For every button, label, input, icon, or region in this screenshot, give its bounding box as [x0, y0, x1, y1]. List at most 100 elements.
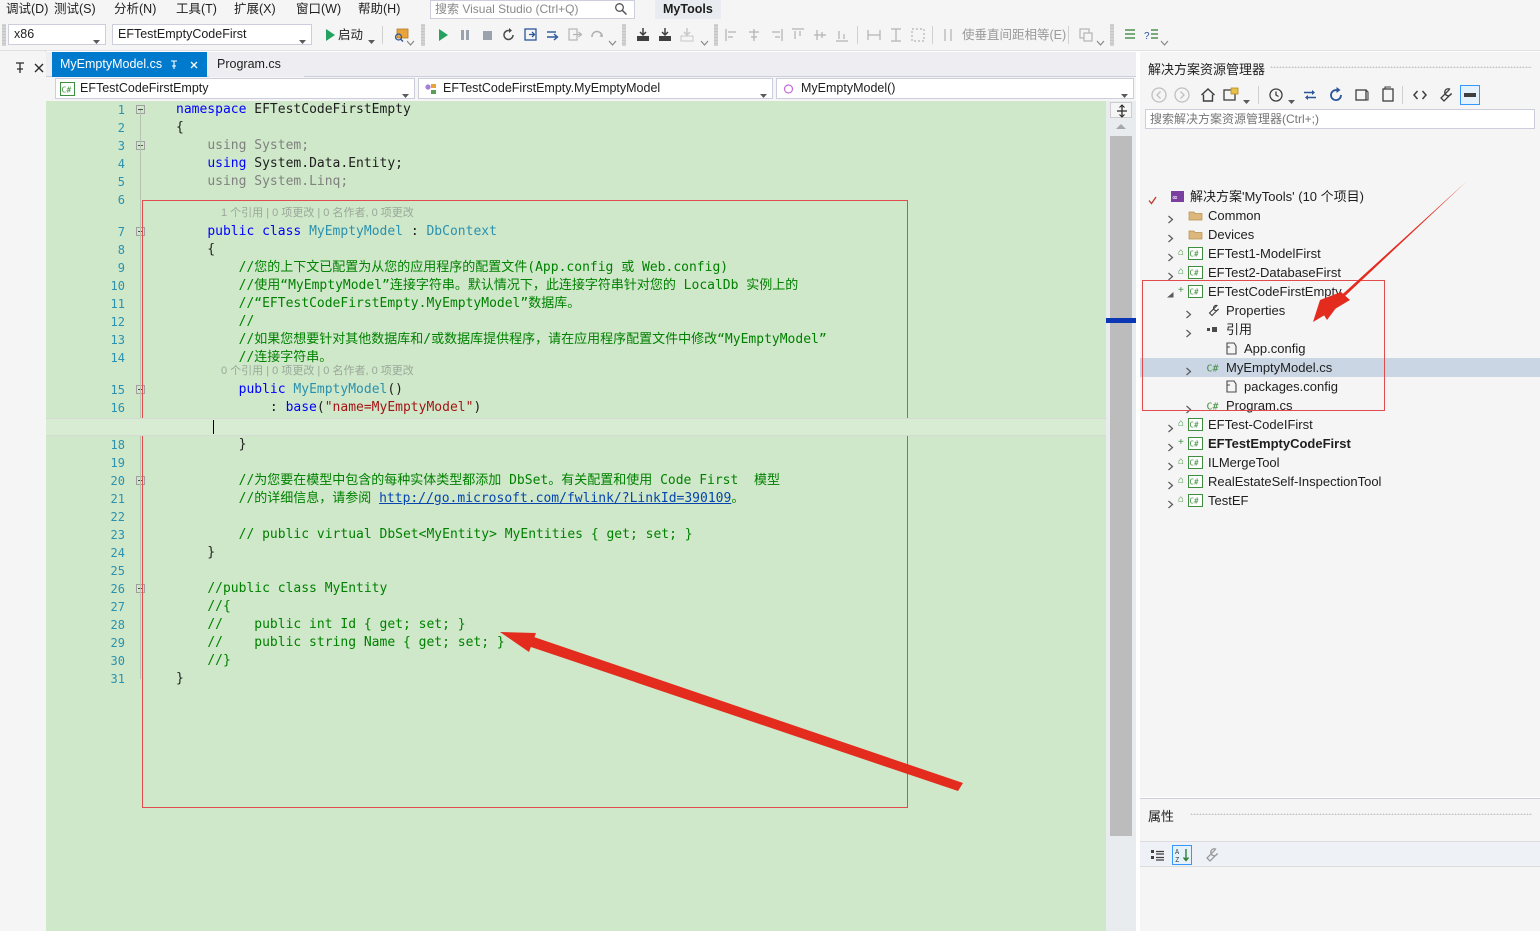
- tab-myemptymodel-cs[interactable]: MyEmptyModel.cs: [52, 52, 207, 77]
- editor-split-control[interactable]: [1110, 102, 1132, 118]
- properties-wrench-icon[interactable]: [1202, 845, 1222, 865]
- align-middles-icon[interactable]: [810, 25, 830, 45]
- bring-to-front-icon[interactable]: [1076, 25, 1096, 45]
- sync-with-active-document-icon[interactable]: [1221, 85, 1241, 105]
- start-button-label[interactable]: 启动: [338, 25, 363, 45]
- stop-icon[interactable]: [477, 25, 497, 45]
- toolbar-grip-5[interactable]: [1110, 24, 1114, 46]
- scrollbar-thumb[interactable]: [1110, 136, 1132, 836]
- code-line[interactable]: using System;: [176, 137, 309, 155]
- layout-overflow-icon[interactable]: [1096, 34, 1105, 46]
- code-line[interactable]: using System.Linq;: [176, 173, 348, 191]
- vertical-spacing-icon[interactable]: [938, 25, 958, 45]
- properties-wrench-icon[interactable]: [1436, 85, 1456, 105]
- show-all-files-icon[interactable]: [1378, 85, 1398, 105]
- chevron-collapsed-icon[interactable]: [1166, 496, 1175, 509]
- chevron-collapsed-icon[interactable]: [1166, 249, 1175, 262]
- alphabetical-sort-icon[interactable]: AZ: [1172, 845, 1192, 865]
- tree-item[interactable]: ⌂ C# EFTest1-ModelFirst: [1140, 244, 1540, 263]
- code-line[interactable]: {: [176, 119, 184, 137]
- tree-item[interactable]: + C# EFTestEmptyCodeFirst: [1140, 434, 1540, 453]
- categorized-icon[interactable]: [1148, 845, 1168, 865]
- menu-item-window[interactable]: 窗口(W): [290, 0, 347, 19]
- chevron-collapsed-icon[interactable]: [1166, 268, 1175, 281]
- toolbar-grip-4[interactable]: [714, 24, 718, 46]
- code-line[interactable]: namespace EFTestCodeFirstEmpty: [176, 101, 411, 119]
- menu-item-help[interactable]: 帮助(H): [352, 0, 406, 19]
- chevron-down-icon[interactable]: [93, 32, 100, 44]
- collapse-all-icon[interactable]: [1352, 85, 1372, 105]
- sync-icon[interactable]: [1300, 85, 1320, 105]
- tab-pin-icon[interactable]: [168, 58, 180, 70]
- menu-item-tools[interactable]: 工具(T): [170, 0, 223, 19]
- tab-program-cs[interactable]: Program.cs: [209, 52, 304, 77]
- tree-item[interactable]: ⌂ C# TestEF: [1140, 491, 1540, 510]
- vertical-spacing-label[interactable]: 使垂直间距相等(E): [962, 25, 1066, 45]
- align-tops-icon[interactable]: [788, 25, 808, 45]
- navbar-member-combobox[interactable]: MyEmptyModel(): [776, 78, 1134, 99]
- startup-project-combobox[interactable]: EFTestEmptyCodeFirst: [112, 24, 312, 45]
- debug-overflow-icon[interactable]: [608, 34, 617, 46]
- refresh-icon[interactable]: [1326, 85, 1346, 105]
- step-out-icon[interactable]: [565, 25, 585, 45]
- platform-combobox[interactable]: x86: [8, 24, 106, 45]
- step-into-icon[interactable]: [521, 25, 541, 45]
- quick-launch-search[interactable]: 搜索 Visual Studio (Ctrl+Q): [430, 0, 635, 19]
- pin-icon[interactable]: [12, 60, 28, 76]
- save-icon[interactable]: [633, 25, 653, 45]
- toolbar-dropdown-icon[interactable]: [1243, 92, 1250, 104]
- chevron-down-icon[interactable]: [1121, 86, 1128, 98]
- toolbar-grip-1[interactable]: [2, 24, 6, 46]
- chevron-collapsed-icon[interactable]: [1166, 439, 1175, 452]
- start-dropdown-chevron-icon[interactable]: [368, 32, 375, 44]
- menu-item-extensions[interactable]: 扩展(X): [228, 0, 282, 19]
- menu-item-test[interactable]: 测试(S): [48, 0, 102, 19]
- tree-item[interactable]: ⌂ C# EFTest-CodeIFirst: [1140, 415, 1540, 434]
- chevron-collapsed-icon[interactable]: [1166, 477, 1175, 490]
- chevron-down-icon[interactable]: [299, 32, 306, 44]
- tree-item[interactable]: Devices: [1140, 225, 1540, 244]
- view-code-icon[interactable]: [1410, 85, 1430, 105]
- code-line[interactable]: using System.Data.Entity;: [176, 155, 403, 173]
- tab-order-icon[interactable]: [1120, 25, 1140, 45]
- preview-selected-items-icon[interactable]: [1460, 85, 1480, 105]
- tree-item[interactable]: ⌂ C# RealEstateSelf-InspectionTool: [1140, 472, 1540, 491]
- align-bottoms-icon[interactable]: [832, 25, 852, 45]
- undo-icon[interactable]: [587, 25, 607, 45]
- tab-close-icon[interactable]: [188, 58, 200, 70]
- navbar-project-combobox[interactable]: C# EFTestCodeFirstEmpty: [55, 78, 415, 99]
- solution-check-icon[interactable]: [1148, 192, 1157, 205]
- chevron-down-icon[interactable]: [402, 86, 409, 98]
- align-lefts-icon[interactable]: [722, 25, 742, 45]
- align-rights-icon[interactable]: [766, 25, 786, 45]
- save-overflow-icon[interactable]: [700, 34, 709, 46]
- save-all-icon[interactable]: [655, 25, 675, 45]
- back-icon[interactable]: [1149, 85, 1169, 105]
- make-same-width-icon[interactable]: [864, 25, 884, 45]
- menu-item-analyze[interactable]: 分析(N): [108, 0, 162, 19]
- chevron-collapsed-icon[interactable]: [1166, 420, 1175, 433]
- help-tab-icon[interactable]: ?: [1142, 25, 1162, 45]
- forward-icon[interactable]: [1172, 85, 1192, 105]
- pause-icon[interactable]: [455, 25, 475, 45]
- chevron-collapsed-icon[interactable]: [1166, 211, 1175, 224]
- properties-title-dots[interactable]: [1190, 813, 1532, 815]
- close-icon[interactable]: [31, 60, 47, 76]
- tree-item[interactable]: Common: [1140, 206, 1540, 225]
- menu-item-debug[interactable]: 调试(D): [0, 0, 54, 19]
- magnifier-icon[interactable]: [614, 2, 628, 16]
- panel-title-dots[interactable]: [1270, 66, 1532, 68]
- filter-dropdown-icon[interactable]: [1288, 92, 1295, 104]
- chevron-down-icon[interactable]: [760, 86, 767, 98]
- tree-item[interactable]: ∞ 解决方案'MyTools' (10 个项目): [1140, 187, 1540, 206]
- chevron-collapsed-icon[interactable]: [1166, 230, 1175, 243]
- toolbar-grip-3[interactable]: [622, 24, 626, 46]
- code-editor[interactable]: namespace EFTestCodeFirstEmpty{ using Sy…: [46, 101, 1136, 931]
- attach-overflow-icon[interactable]: [406, 34, 415, 46]
- solution-explorer-search-input[interactable]: 搜索解决方案资源管理器(Ctrl+;): [1145, 109, 1535, 129]
- make-same-height-icon[interactable]: [886, 25, 906, 45]
- chevron-collapsed-icon[interactable]: [1166, 458, 1175, 471]
- scroll-up-arrow-icon[interactable]: [1112, 120, 1130, 134]
- size-to-grid-icon[interactable]: [908, 25, 928, 45]
- home-icon[interactable]: [1198, 85, 1218, 105]
